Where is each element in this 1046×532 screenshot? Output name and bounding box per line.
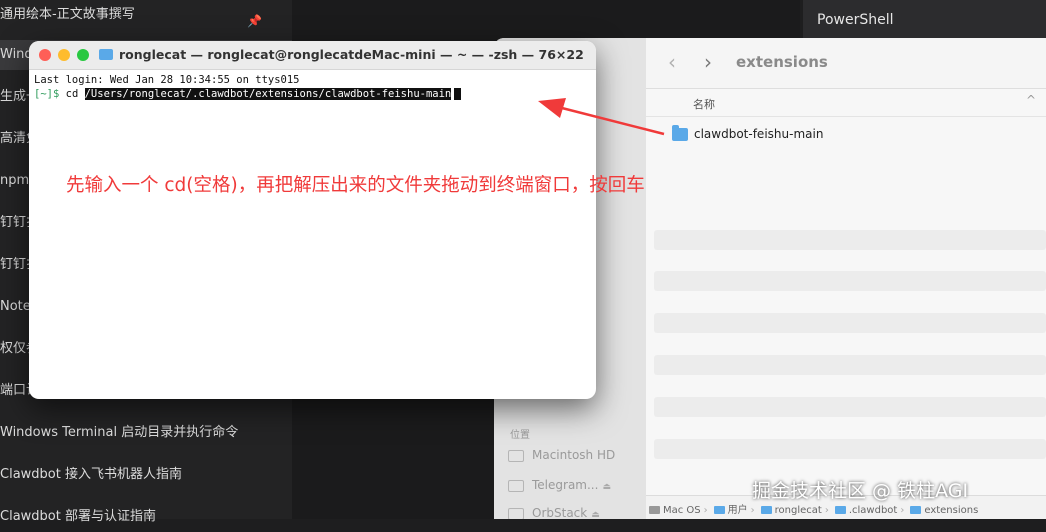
minimize-button[interactable] [58, 49, 70, 61]
chevron-right-icon: › [900, 505, 905, 516]
zoom-button[interactable] [77, 49, 89, 61]
terminal-title: ronglecat — ronglecat@ronglecatdeMac-min… [119, 47, 584, 62]
path-crumb[interactable]: 用户 [711, 501, 748, 516]
sidebar-item-label: Telegram... [532, 478, 599, 492]
folder-icon [910, 506, 922, 514]
chevron-right-icon[interactable]: › [704, 50, 712, 74]
path-crumb[interactable]: ronglecat [758, 505, 822, 516]
instruction-annotation: 先输入一个 cd(空格)，再把解压出来的文件夹拖动到终端窗口，按回车 [66, 175, 645, 196]
history-item[interactable]: Windows Terminal 启动目录并执行命令 [0, 418, 292, 448]
terminal-window[interactable]: ronglecat — ronglecat@ronglecatdeMac-min… [29, 41, 596, 399]
empty-row [654, 397, 1046, 417]
sidebar-item-telegram[interactable]: Telegram... ⏏ [508, 478, 611, 498]
chevron-right-icon: › [750, 505, 755, 516]
disk-icon [508, 507, 524, 519]
eject-icon[interactable]: ⏏ [591, 510, 600, 519]
command-text: cd [65, 88, 79, 100]
history-item-label: Clawdbot 部署与认证指南 [0, 509, 156, 524]
last-login-line: Last login: Wed Jan 28 10:34:55 on ttys0… [34, 74, 300, 86]
history-item-label: 通用绘本-正文故事撰写 [0, 7, 135, 22]
disk-icon [508, 479, 524, 492]
empty-row [654, 230, 1046, 250]
terminal-output[interactable]: Last login: Wed Jan 28 10:34:55 on ttys0… [34, 73, 462, 101]
powershell-tab[interactable]: PowerShell [803, 0, 1046, 40]
sidebar-item-orbstack[interactable]: OrbStack ⏏ [508, 506, 600, 519]
empty-row [654, 355, 1046, 375]
file-name: clawdbot-feishu-main [694, 127, 824, 141]
sidebar-item-label: OrbStack [532, 506, 588, 519]
path-crumb[interactable]: .clawdbot [832, 505, 898, 516]
chevron-right-icon: › [824, 505, 829, 516]
sidebar-item-macintosh-hd[interactable]: Macintosh HD [508, 448, 615, 468]
finder-title: extensions [736, 53, 828, 71]
history-item-label: Clawdbot 接入飞书机器人指南 [0, 467, 182, 482]
folder-icon [760, 506, 772, 514]
folder-icon [672, 125, 688, 141]
empty-row [654, 439, 1046, 459]
column-header[interactable]: 名称 ^ [646, 90, 1046, 117]
history-item-label: Wind [0, 47, 33, 62]
path-crumb-label: 用户 [727, 505, 748, 516]
prompt: [~]$ [34, 88, 60, 100]
terminal-titlebar[interactable]: ronglecat — ronglecat@ronglecatdeMac-min… [29, 41, 596, 70]
disk-icon [508, 449, 524, 462]
folder-icon [713, 506, 725, 514]
history-item-label: npm [0, 173, 30, 188]
folder-icon [99, 49, 113, 60]
sidebar-section-title: 位置 [510, 430, 530, 441]
history-item-label: Windows Terminal 启动目录并执行命令 [0, 425, 239, 440]
command-line: [~]$ cd /Users/ronglecat/.clawdbot/exten… [34, 87, 462, 101]
folder-icon [834, 506, 846, 514]
path-crumb-label: Mac OS [663, 505, 701, 516]
sidebar-item-label: Macintosh HD [532, 448, 616, 462]
empty-row [654, 313, 1046, 333]
path-crumb-label: extensions [924, 505, 979, 516]
path-crumb[interactable]: extensions [907, 505, 978, 516]
finder-content: ‹ › extensions 名称 ^ clawdbot-feishu-main [646, 38, 1046, 519]
pin-icon[interactable]: 📌 [247, 6, 262, 30]
text-cursor [454, 88, 462, 100]
path-crumb-label: .clawdbot [848, 505, 898, 516]
history-item[interactable]: Clawdbot 接入飞书机器人指南 [0, 460, 292, 490]
empty-row [654, 271, 1046, 291]
powershell-tab-label: PowerShell [817, 12, 894, 28]
history-item[interactable]: Clawdbot 部署与认证指南 [0, 502, 292, 532]
drive-icon [649, 506, 660, 514]
path-crumb-label: ronglecat [774, 505, 822, 516]
selected-path: /Users/ronglecat/.clawdbot/extensions/cl… [84, 88, 452, 100]
chevron-left-icon[interactable]: ‹ [668, 50, 676, 74]
chevron-up-icon: ^ [1025, 93, 1036, 107]
column-name-label: 名称 [693, 98, 715, 111]
chevron-right-icon: › [703, 505, 708, 516]
history-item[interactable]: 通用绘本-正文故事撰写 📌 [0, 0, 292, 30]
file-row[interactable]: clawdbot-feishu-main [646, 124, 1046, 146]
watermark: 掘金技术社区 @ 铁柱AGI [752, 480, 969, 502]
close-button[interactable] [39, 49, 51, 61]
eject-icon[interactable]: ⏏ [602, 482, 611, 492]
path-crumb[interactable]: Mac OS [646, 505, 701, 516]
finder-toolbar: ‹ › extensions [646, 38, 1046, 89]
